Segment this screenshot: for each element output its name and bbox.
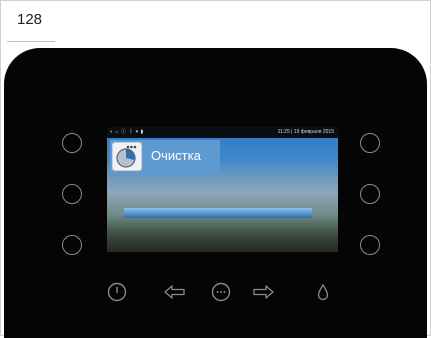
left-button-1[interactable] [62, 133, 82, 153]
cleaning-drum-icon [112, 142, 142, 171]
right-button-3[interactable] [360, 235, 380, 255]
drop-icon[interactable] [316, 282, 330, 307]
arrow-left-icon[interactable] [163, 282, 187, 307]
screen-title-panel: Очистка [110, 140, 220, 173]
power-icon[interactable] [107, 282, 127, 307]
right-button-1[interactable] [360, 133, 380, 153]
screen-title: Очистка [151, 148, 201, 163]
arrow-right-icon[interactable] [251, 282, 275, 307]
left-button-2[interactable] [62, 184, 82, 204]
menu-dots-icon[interactable] [211, 282, 231, 307]
page-number: 128 [17, 11, 43, 28]
header-divider [7, 41, 55, 42]
display-screen: ◐ ⌂ ⓘ ⌇ ▾ ▮ 11:25 | 19 февраля 2015 Очис… [107, 127, 338, 252]
status-icons: ◐ ⌂ ⓘ ⌇ ▾ ▮ [110, 129, 144, 135]
progress-bar [124, 208, 312, 218]
status-datetime: 11:25 | 19 февраля 2015 [277, 129, 334, 135]
status-bar: ◐ ⌂ ⓘ ⌇ ▾ ▮ 11:25 | 19 февраля 2015 [107, 127, 338, 138]
left-button-3[interactable] [62, 235, 82, 255]
right-button-2[interactable] [360, 184, 380, 204]
progress-fill [124, 208, 312, 218]
